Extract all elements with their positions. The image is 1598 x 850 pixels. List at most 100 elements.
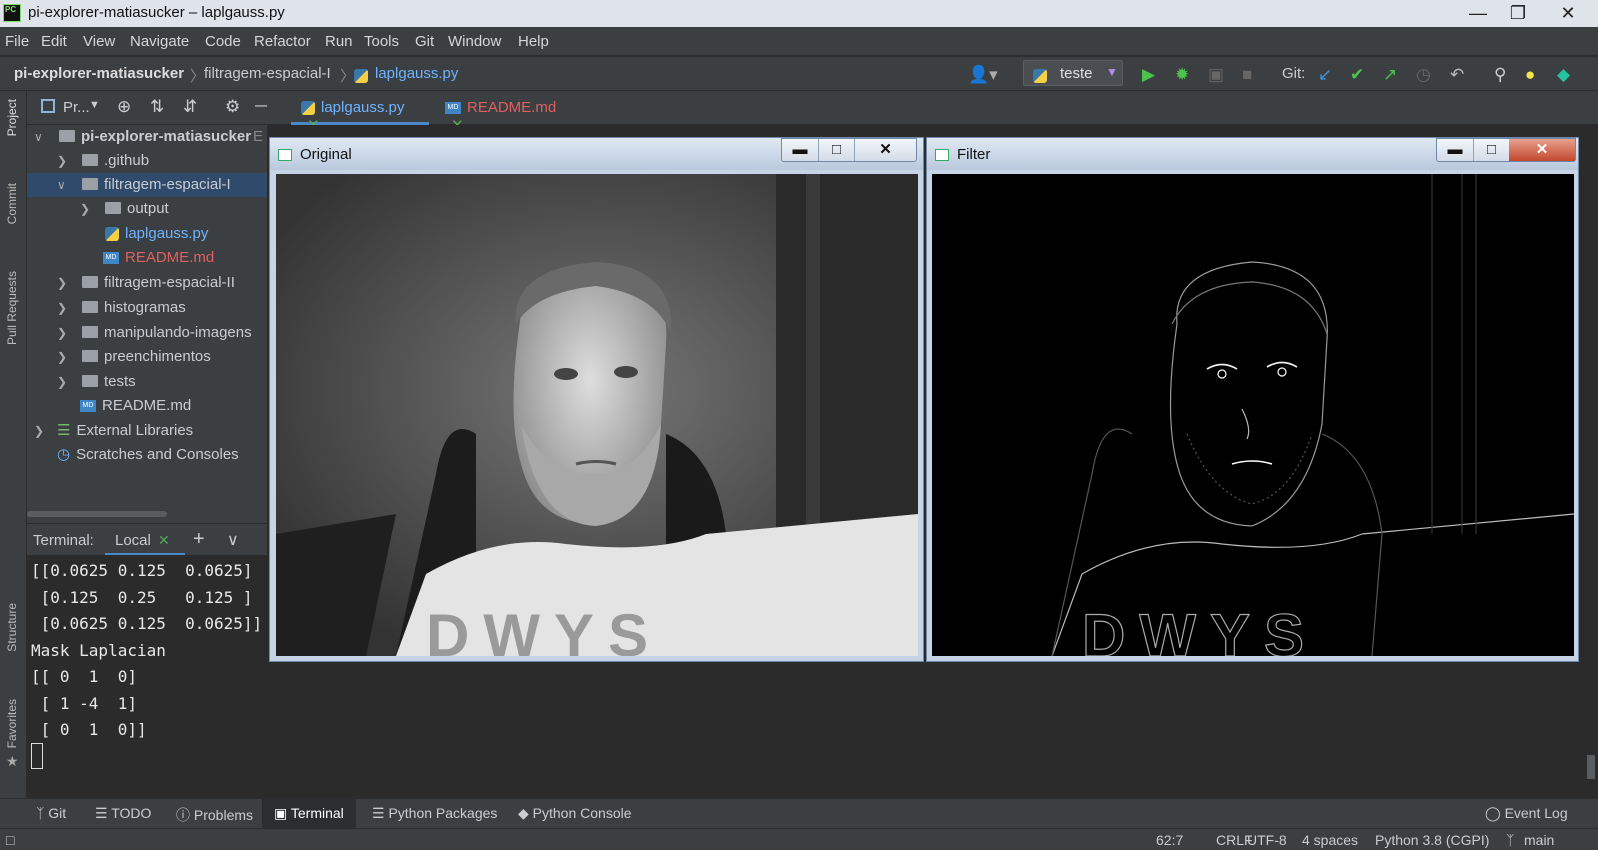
- chevron-down-icon[interactable]: ▼: [89, 99, 100, 111]
- tree-item[interactable]: ❯ manipulando-imagens: [27, 321, 267, 345]
- scratch-icon: ◷: [57, 446, 71, 463]
- menu-refactor[interactable]: Refactor: [254, 33, 311, 50]
- filter-window-titlebar[interactable]: Filter ▬ □ ✕: [927, 138, 1578, 170]
- indentation[interactable]: 4 spaces: [1302, 832, 1358, 848]
- menu-window[interactable]: Window: [448, 33, 501, 50]
- git-branch[interactable]: main: [1524, 832, 1554, 848]
- tree-item[interactable]: MD README.md: [27, 394, 267, 418]
- menu-navigate[interactable]: Navigate: [130, 33, 189, 50]
- tree-item-selected[interactable]: ∨ filtragem-espacial-I: [27, 173, 267, 197]
- git-push-icon[interactable]: ↗: [1383, 65, 1397, 85]
- vertical-scrollbar[interactable]: [1587, 755, 1595, 779]
- history-icon[interactable]: ◷: [1416, 65, 1431, 85]
- search-icon[interactable]: ⚲: [1494, 65, 1506, 85]
- filter-window[interactable]: Filter ▬ □ ✕ DWYS: [926, 137, 1579, 662]
- menu-git[interactable]: Git: [415, 33, 434, 50]
- tool-problems[interactable]: ⓘ Problems: [176, 805, 253, 825]
- tool-pull-requests[interactable]: Pull Requests: [5, 271, 19, 345]
- tab-readme[interactable]: MDREADME.md ✕: [435, 91, 575, 134]
- breadcrumb-file[interactable]: laplgauss.py: [375, 65, 458, 82]
- tool-terminal[interactable]: ▣ Terminal: [262, 799, 356, 829]
- terminal-line: [ 1 -4 1]: [31, 694, 137, 713]
- tree-item[interactable]: ∨ pi-explorer-matiasucker E: [27, 125, 267, 149]
- maximize-button[interactable]: □: [1473, 139, 1509, 161]
- tool-structure[interactable]: Structure: [5, 603, 19, 652]
- tool-todo[interactable]: ☰ TODO: [95, 805, 151, 822]
- chevron-right-icon: ❯: [57, 276, 68, 290]
- breadcrumb-separator-icon: 〉: [190, 68, 206, 85]
- tool-favorites[interactable]: Favorites: [5, 699, 19, 748]
- git-update-icon[interactable]: ↙: [1318, 65, 1332, 85]
- python-file-icon: [354, 67, 374, 84]
- terminal-line: [[0.0625 0.125 0.0625]: [31, 561, 253, 580]
- menu-code[interactable]: Code: [205, 33, 241, 50]
- menu-tools[interactable]: Tools: [364, 33, 399, 50]
- coverage-icon[interactable]: ▣: [1208, 65, 1224, 85]
- run-icon[interactable]: ▶: [1142, 65, 1155, 85]
- collapse-all-icon[interactable]: ⇵: [183, 97, 197, 117]
- close-button[interactable]: ✕: [1548, 0, 1588, 27]
- toggle-tool-windows-icon[interactable]: □: [6, 832, 14, 848]
- terminal-tab-local[interactable]: Local ✕: [105, 524, 185, 556]
- tool-python-packages[interactable]: ☰ Python Packages: [372, 805, 497, 822]
- file-encoding[interactable]: UTF-8: [1247, 832, 1287, 848]
- breadcrumb-project[interactable]: pi-explorer-matiasucker: [14, 65, 184, 82]
- debug-icon[interactable]: ✹: [1175, 65, 1189, 85]
- run-configuration-select[interactable]: teste ▼: [1023, 60, 1123, 86]
- ide-update-icon[interactable]: ●: [1525, 65, 1535, 85]
- tree-item[interactable]: ❯ preenchimentos: [27, 345, 267, 369]
- project-panel-header: Pr... ▼ ⊕ ⇅ ⇵ ⚙ —: [27, 91, 272, 125]
- menu-view[interactable]: View: [83, 33, 115, 50]
- stop-icon[interactable]: ■: [1242, 65, 1252, 85]
- python-interpreter[interactable]: Python 3.8 (CGPI): [1375, 832, 1489, 848]
- tree-item[interactable]: MD README.md: [27, 246, 267, 270]
- locate-file-icon[interactable]: ⊕: [117, 97, 131, 117]
- tool-git[interactable]: ᛉ Git: [36, 805, 66, 821]
- menu-edit[interactable]: Edit: [41, 33, 67, 50]
- close-tab-icon[interactable]: ✕: [158, 532, 170, 549]
- project-view-select[interactable]: Pr...: [63, 99, 90, 116]
- tree-item[interactable]: ❯ filtragem-espacial-II: [27, 271, 267, 295]
- menu-run[interactable]: Run: [325, 33, 353, 50]
- tab-laplgauss[interactable]: laplgauss.py ✕: [291, 91, 429, 134]
- breadcrumb-folder[interactable]: filtragem-espacial-I: [204, 65, 331, 82]
- menu-file[interactable]: File: [5, 33, 29, 50]
- restore-button[interactable]: ❐: [1498, 0, 1538, 27]
- shirt-print: DWYS: [1082, 602, 1318, 656]
- tree-item[interactable]: ❯ .github: [27, 149, 267, 173]
- maximize-button[interactable]: □: [818, 139, 854, 161]
- tree-item[interactable]: ❯ histogramas: [27, 296, 267, 320]
- minimize-button[interactable]: ▬: [782, 139, 818, 161]
- tree-item[interactable]: ❯ tests: [27, 370, 267, 394]
- minimize-button[interactable]: ▬: [1437, 139, 1473, 161]
- tool-project[interactable]: Project: [5, 99, 19, 136]
- new-terminal-icon[interactable]: +: [193, 528, 205, 551]
- original-window[interactable]: Original ▬ □ ✕ DWYS: [269, 137, 924, 662]
- original-window-titlebar[interactable]: Original ▬ □ ✕: [270, 138, 923, 170]
- pycharm-icon[interactable]: ◆: [1557, 65, 1570, 85]
- chevron-down-icon[interactable]: ∨: [227, 530, 239, 550]
- breadcrumb-separator-icon: 〉: [340, 68, 356, 85]
- horizontal-scrollbar[interactable]: [27, 511, 167, 517]
- tool-python-console[interactable]: ◆ Python Console: [518, 805, 632, 822]
- terminal-header: Terminal: Local ✕ + ∨: [27, 523, 267, 556]
- close-button[interactable]: ✕: [1509, 139, 1575, 161]
- git-commit-icon[interactable]: ✔: [1350, 65, 1364, 85]
- filter-window-title: Filter: [957, 146, 991, 163]
- tool-commit[interactable]: Commit: [5, 183, 19, 224]
- tree-item[interactable]: ❯ output: [27, 197, 267, 221]
- tree-item[interactable]: laplgauss.py: [27, 222, 267, 246]
- close-button[interactable]: ✕: [854, 139, 916, 161]
- tree-item[interactable]: ❯ ☰ External Libraries: [27, 419, 267, 443]
- menu-help[interactable]: Help: [518, 33, 549, 50]
- terminal-line: [[ 0 1 0]: [31, 667, 137, 686]
- window-title: pi-explorer-matiasucker – laplgauss.py: [28, 4, 285, 21]
- caret-position[interactable]: 62:7: [1156, 832, 1183, 848]
- event-log-button[interactable]: ◯ Event Log: [1485, 805, 1568, 822]
- tree-item[interactable]: ◷ Scratches and Consoles: [27, 443, 267, 467]
- minimize-button[interactable]: —: [1458, 0, 1498, 27]
- expand-all-icon[interactable]: ⇅: [150, 97, 164, 117]
- user-account-icon[interactable]: 👤▾: [968, 65, 998, 85]
- gear-icon[interactable]: ⚙: [225, 97, 240, 117]
- rollback-icon[interactable]: ↶: [1450, 65, 1464, 85]
